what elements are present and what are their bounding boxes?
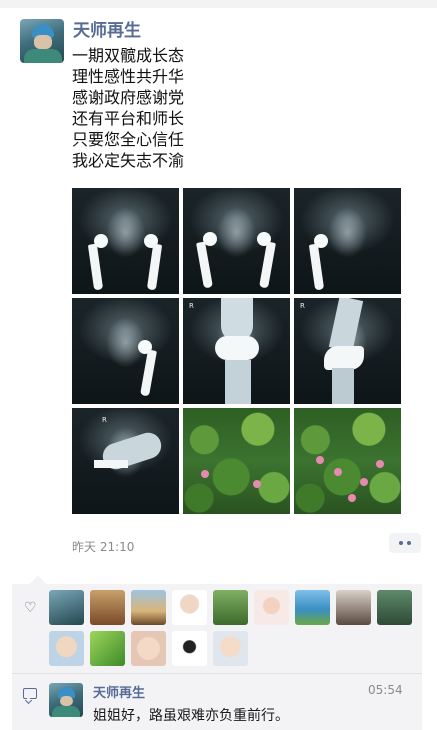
- liker-avatar[interactable]: [213, 631, 248, 666]
- flower: [201, 470, 209, 478]
- post-text: 一期双髋成长态 理性感性共升华 感谢政府感谢党 还有平台和师长 只要您全心信任 …: [72, 45, 184, 171]
- more-dot-icon: [399, 541, 403, 545]
- bone-plate: [94, 460, 128, 468]
- xray-marker: R: [102, 416, 107, 424]
- femur-bone: [328, 298, 364, 352]
- heart-outline-icon: ♡: [24, 600, 37, 616]
- flower: [316, 456, 324, 464]
- xray-photo-hips[interactable]: [294, 188, 401, 294]
- post-time: 昨天 21:10: [72, 540, 135, 554]
- post-line: 还有平台和师长: [72, 109, 185, 128]
- liker-avatar[interactable]: [377, 590, 412, 625]
- xray-marker: R: [189, 302, 194, 310]
- liker-avatar[interactable]: [90, 590, 125, 625]
- knee-implant: [324, 346, 364, 370]
- photo-grid: R R R: [72, 188, 402, 514]
- liker-avatar[interactable]: [49, 631, 84, 666]
- tibia-bone: [225, 360, 251, 404]
- more-dot-icon: [407, 541, 411, 545]
- xray-photo-hips[interactable]: [183, 188, 290, 294]
- liker-avatar[interactable]: [131, 631, 166, 666]
- likers-row: [49, 631, 248, 666]
- surgical-gown: [52, 706, 80, 717]
- comment-text[interactable]: 姐姐好，路虽艰难亦负重前行。: [93, 705, 289, 725]
- knee-implant: [215, 336, 259, 360]
- post-line: 感谢政府感谢党: [72, 88, 185, 107]
- hip-implant: [146, 243, 163, 291]
- xray-photo-knee-front[interactable]: R: [183, 298, 290, 404]
- xray-photo-hips[interactable]: [72, 188, 179, 294]
- liker-avatar[interactable]: [172, 631, 207, 666]
- hip-implant: [308, 243, 325, 291]
- author-avatar[interactable]: [20, 19, 64, 63]
- plant-photo[interactable]: [183, 408, 290, 514]
- avatar-face: [34, 35, 52, 49]
- author-name[interactable]: 天师再生: [73, 16, 141, 41]
- surgical-gown: [24, 49, 62, 63]
- comment-time: 05:54: [368, 683, 403, 697]
- more-actions-button[interactable]: [389, 533, 421, 553]
- xray-marker: R: [300, 302, 305, 310]
- liker-avatar[interactable]: [213, 590, 248, 625]
- hip-implant: [140, 349, 157, 397]
- post-line: 理性感性共升华: [72, 67, 185, 86]
- post-line: 我必定矢志不渝: [72, 151, 185, 170]
- flower: [334, 468, 342, 476]
- flower: [360, 478, 368, 486]
- panel-divider: [12, 673, 422, 674]
- flower: [253, 480, 261, 488]
- hip-implant: [259, 241, 276, 289]
- flower: [376, 460, 384, 468]
- panel-caret: [29, 575, 47, 593]
- xray-photo-knee-side[interactable]: R: [294, 298, 401, 404]
- likers-row: [49, 590, 412, 625]
- post-line: 只要您全心信任: [72, 130, 185, 149]
- xray-photo-shoulder[interactable]: R: [72, 408, 179, 514]
- hip-implant: [87, 243, 104, 291]
- liker-avatar[interactable]: [49, 590, 84, 625]
- hip-implant: [196, 241, 213, 289]
- avatar-face: [60, 696, 73, 706]
- flower-photo[interactable]: [294, 408, 401, 514]
- liker-avatar[interactable]: [336, 590, 371, 625]
- post-line: 一期双髋成长态: [72, 46, 185, 65]
- commenter-avatar[interactable]: [49, 683, 83, 717]
- xray-photo-pelvis[interactable]: [72, 298, 179, 404]
- commenter-name[interactable]: 天师再生: [93, 682, 145, 701]
- liker-avatar[interactable]: [172, 590, 207, 625]
- tibia-bone: [332, 368, 354, 404]
- liker-avatar[interactable]: [131, 590, 166, 625]
- top-strip: [0, 0, 437, 8]
- comment-icon: [23, 688, 37, 699]
- flower: [348, 494, 356, 502]
- liker-avatar[interactable]: [295, 590, 330, 625]
- liker-avatar[interactable]: [90, 631, 125, 666]
- liker-avatar[interactable]: [254, 590, 289, 625]
